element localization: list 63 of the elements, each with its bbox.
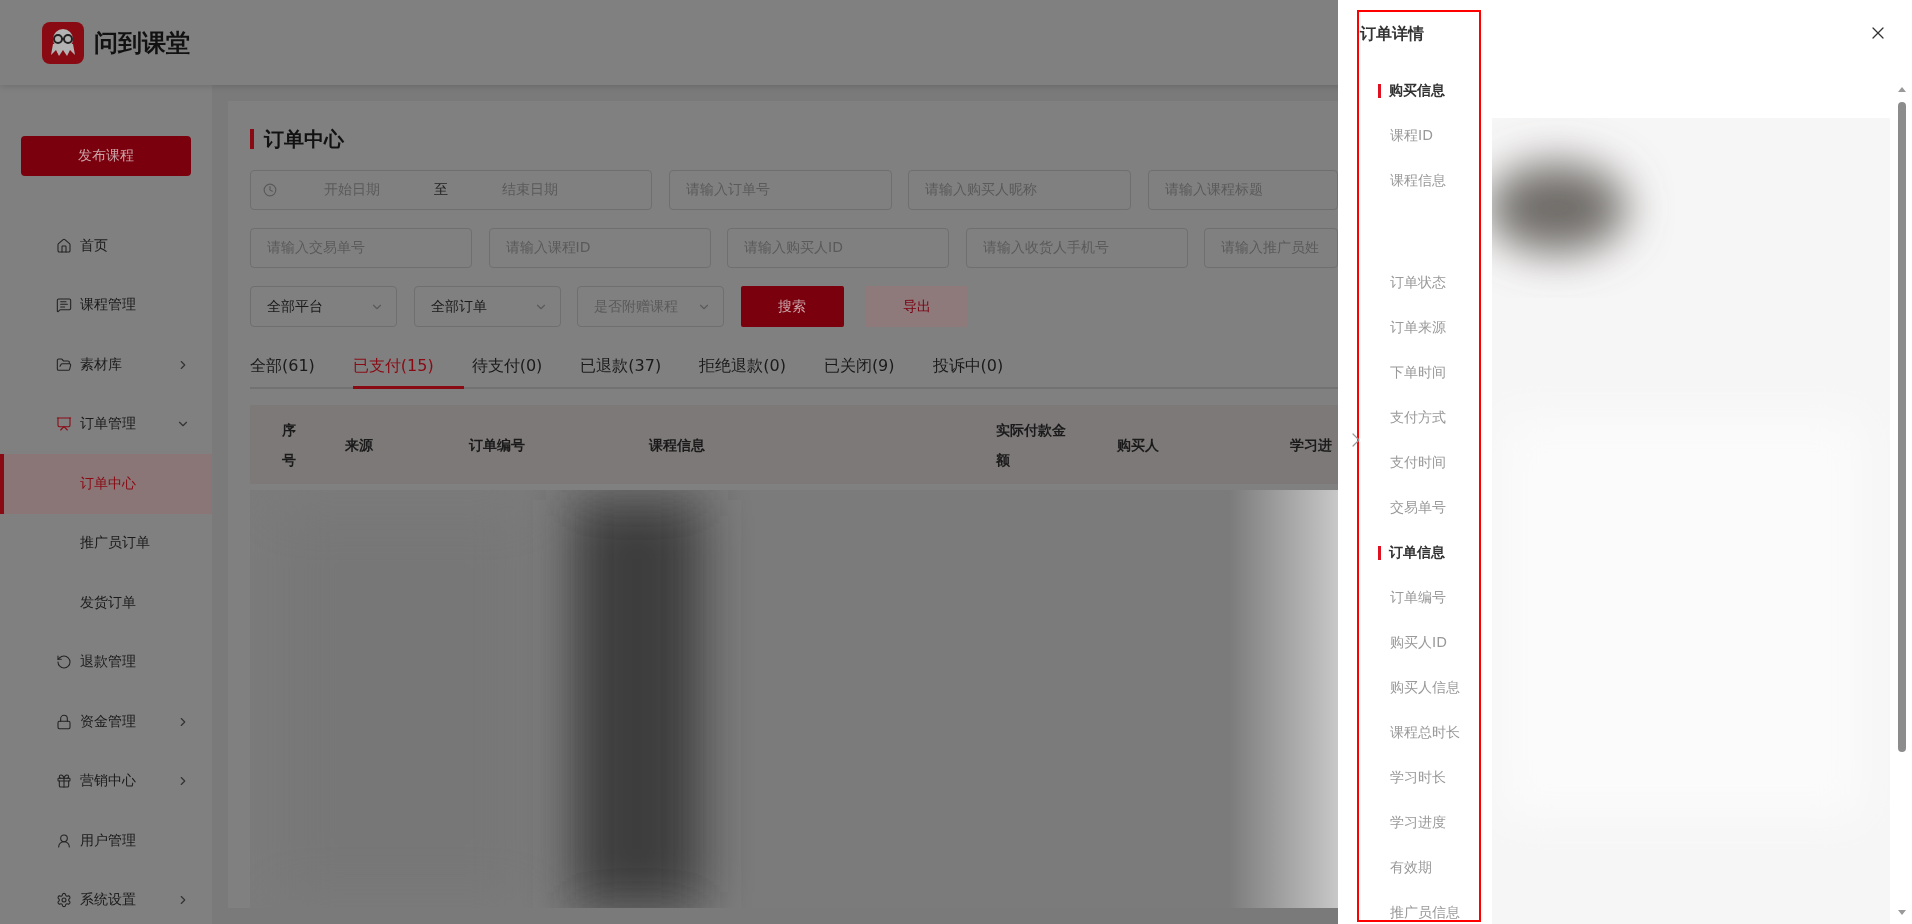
field-label: 课程总时长 [1390, 722, 1460, 742]
menu-item[interactable]: 资金管理 [0, 692, 212, 752]
menu-item[interactable]: 课程管理 [0, 275, 212, 335]
column-header: 课程信息 [647, 435, 706, 455]
field-label: 购买人ID [1390, 632, 1447, 652]
drawer-title: 订单详情 [1360, 22, 1425, 45]
column-header: 来源 [344, 435, 374, 455]
select-field[interactable]: 全部平台 [250, 286, 397, 327]
field-label: 交易单号 [1390, 497, 1446, 517]
logo-icon [42, 21, 84, 64]
tab[interactable]: 已退款(37) [580, 347, 692, 389]
field-label: 有效期 [1390, 857, 1432, 877]
publish-button[interactable]: 发布课程 [21, 136, 191, 176]
lock-icon [56, 713, 72, 730]
field-label: 课程ID [1390, 125, 1433, 145]
field-label: 购买人信息 [1390, 677, 1460, 697]
field-label: 下单时间 [1390, 362, 1446, 382]
field-label: 推广员信息 [1390, 902, 1460, 922]
menu-item[interactable]: 营销中心 [0, 751, 212, 811]
column-header: 序号 [281, 420, 297, 470]
menu-item[interactable]: 发货订单 [0, 573, 212, 633]
tab[interactable]: 已支付(15) [352, 347, 464, 389]
section-title: 购买信息 [1389, 81, 1445, 100]
refresh-icon [56, 654, 72, 671]
chat-icon [56, 297, 72, 314]
menu-item[interactable]: 推广员订单 [0, 513, 212, 573]
app-name: 问到课堂 [94, 27, 190, 59]
field-label: 课程信息 [1390, 170, 1446, 190]
settings-icon [56, 892, 72, 909]
menu-item[interactable]: 素材库 [0, 335, 212, 395]
field-label: 学习进度 [1390, 812, 1446, 832]
column-header: 学习进 [1289, 435, 1333, 455]
presentation-icon [56, 416, 72, 433]
field-label: 订单编号 [1390, 587, 1446, 607]
export-button[interactable]: 导出 [865, 286, 968, 327]
tab[interactable]: 已关闭(9) [823, 347, 925, 389]
tab[interactable]: 拒绝退款(0) [699, 347, 816, 389]
field-label: 支付方式 [1390, 407, 1446, 427]
field-label: 支付时间 [1390, 452, 1446, 472]
menu-item[interactable]: 退款管理 [0, 632, 212, 692]
menu-item[interactable]: 订单管理 [0, 394, 212, 454]
folder-icon [56, 356, 72, 373]
column-header: 购买人 [1116, 435, 1160, 455]
search-button[interactable]: 搜索 [740, 286, 844, 327]
menu-item[interactable]: 用户管理 [0, 811, 212, 871]
menu-item[interactable]: 首页 [0, 216, 212, 276]
tab[interactable]: 投诉中(0) [932, 347, 1034, 389]
column-header: 实际付款金额 [995, 420, 1067, 470]
menu-item[interactable]: 订单中心 [0, 454, 212, 514]
field-label: 学习时长 [1390, 767, 1446, 787]
select-field[interactable]: 全部订单 [413, 286, 561, 327]
section-title: 订单信息 [1389, 543, 1445, 562]
column-header: 订单编号 [467, 435, 526, 455]
tab[interactable]: 全部(61) [250, 347, 345, 389]
user-icon [56, 832, 72, 849]
field-label: 订单状态 [1390, 272, 1446, 292]
tab[interactable]: 待支付(0) [471, 347, 573, 389]
home-icon [56, 237, 72, 254]
page-title: 订单中心 [264, 125, 344, 153]
menu-item[interactable]: 系统设置 [0, 870, 212, 924]
field-label: 订单来源 [1390, 317, 1446, 337]
gift-icon [56, 773, 72, 790]
clock-icon [263, 183, 277, 197]
